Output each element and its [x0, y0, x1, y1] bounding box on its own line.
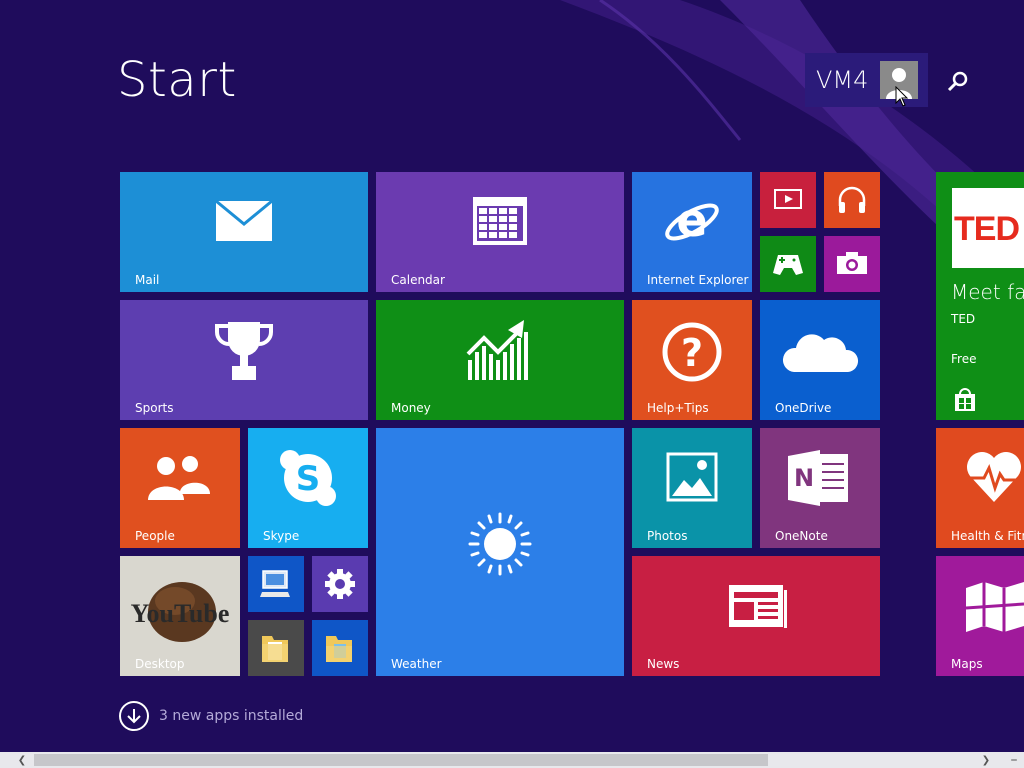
svg-text:e: e — [676, 193, 707, 247]
ted-logo: TED — [954, 210, 1020, 248]
tile-people[interactable]: People — [120, 428, 240, 548]
tile-calendar[interactable]: Calendar — [376, 172, 624, 292]
zoom-out-icon[interactable]: – — [1006, 752, 1022, 768]
tile-label: Money — [391, 401, 431, 415]
search-button[interactable] — [944, 68, 972, 96]
desktop-image-text: YouTube — [131, 599, 230, 628]
tile-money[interactable]: Money — [376, 300, 624, 420]
heart-pulse-icon — [964, 450, 1024, 504]
tile-news[interactable]: News — [632, 556, 880, 676]
tile-folder-1[interactable] — [248, 620, 304, 676]
skype-icon: S — [278, 448, 338, 508]
tile-folder-2[interactable] — [312, 620, 368, 676]
gear-icon — [325, 569, 355, 599]
tile-video[interactable] — [760, 172, 816, 228]
user-name: VM4 — [816, 66, 869, 94]
tile-label: People — [135, 529, 175, 543]
tile-label: Weather — [391, 657, 442, 671]
scrollbar-thumb[interactable] — [34, 754, 768, 766]
down-arrow-icon — [119, 701, 149, 731]
tile-settings[interactable] — [312, 556, 368, 612]
tile-label: Calendar — [391, 273, 445, 287]
envelope-icon — [215, 200, 273, 242]
user-account-button[interactable]: VM4 — [805, 53, 928, 107]
store-icon — [954, 388, 976, 412]
internet-explorer-icon: e — [662, 192, 722, 252]
tile-mail[interactable]: Mail — [120, 172, 368, 292]
search-icon — [947, 71, 968, 92]
tile-onenote[interactable]: N OneNote — [760, 428, 880, 548]
start-title: Start — [117, 52, 237, 108]
tile-help-tips[interactable]: ? Help+Tips — [632, 300, 752, 420]
picture-icon — [666, 452, 718, 502]
tile-internet-explorer[interactable]: e Internet Explorer — [632, 172, 752, 292]
tile-maps[interactable]: Maps — [936, 556, 1024, 676]
ted-logo-box: TED — [952, 188, 1024, 268]
camera-icon — [836, 251, 868, 275]
tile-label: Health & Fitne — [951, 529, 1024, 543]
trophy-icon — [212, 318, 276, 382]
calendar-icon — [472, 196, 528, 246]
tile-label: Internet Explorer — [647, 273, 749, 287]
tile-photos[interactable]: Photos — [632, 428, 752, 548]
tile-ted[interactable]: TED Meet fas TED Free — [936, 172, 1024, 420]
tile-label: Maps — [951, 657, 983, 671]
mouse-cursor — [895, 85, 909, 112]
headphones-icon — [836, 184, 868, 216]
tile-music[interactable] — [824, 172, 880, 228]
new-apps-notice[interactable]: 3 new apps installed — [119, 701, 303, 731]
svg-text:S: S — [296, 459, 321, 499]
tile-desktop[interactable]: YouTube Desktop — [120, 556, 240, 676]
new-apps-text: 3 new apps installed — [159, 708, 304, 724]
tile-onedrive[interactable]: OneDrive — [760, 300, 880, 420]
tile-label: Help+Tips — [647, 401, 709, 415]
tile-computer[interactable] — [248, 556, 304, 612]
tile-label: Sports — [135, 401, 174, 415]
tile-label: Skype — [263, 529, 300, 543]
tile-label: Mail — [135, 273, 160, 287]
tile-label: OneDrive — [775, 401, 832, 415]
ted-price: Free — [951, 352, 977, 366]
scroll-right-arrow-icon[interactable]: ❯ — [978, 752, 994, 768]
svg-text:?: ? — [681, 331, 703, 375]
horizontal-scrollbar[interactable]: ❮ ❯ – — [0, 752, 1024, 768]
computer-icon — [260, 568, 292, 600]
onenote-icon: N — [786, 446, 852, 510]
tile-weather[interactable]: Weather — [376, 428, 624, 676]
tile-health-fitness[interactable]: Health & Fitne — [936, 428, 1024, 548]
ted-publisher: TED — [951, 312, 976, 326]
video-icon — [774, 189, 802, 211]
tile-camera[interactable] — [824, 236, 880, 292]
sun-icon — [466, 510, 534, 578]
tile-label: Desktop — [135, 657, 185, 671]
people-icon — [146, 454, 212, 502]
gamepad-icon — [772, 251, 804, 277]
ted-headline: Meet fas — [951, 280, 1024, 304]
cloud-icon — [780, 328, 860, 376]
tile-games[interactable] — [760, 236, 816, 292]
newspaper-icon — [728, 584, 788, 630]
chart-icon — [466, 316, 534, 382]
tile-label: OneNote — [775, 529, 828, 543]
scroll-left-arrow-icon[interactable]: ❮ — [14, 752, 30, 768]
question-icon: ? — [662, 322, 722, 382]
svg-text:N: N — [794, 464, 814, 492]
tile-label: News — [647, 657, 680, 671]
tile-skype[interactable]: S Skype — [248, 428, 368, 548]
tile-label: Photos — [647, 529, 688, 543]
tile-sports[interactable]: Sports — [120, 300, 368, 420]
map-icon — [964, 578, 1024, 636]
folder-icon — [260, 632, 290, 664]
folder-icon — [324, 632, 354, 664]
